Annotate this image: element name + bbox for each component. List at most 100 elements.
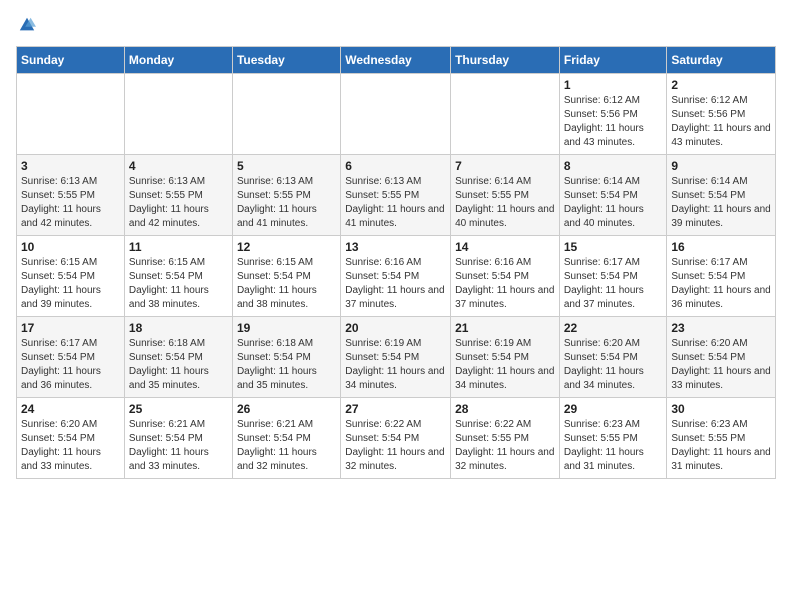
day-number: 9	[671, 159, 771, 173]
calendar-cell: 18 Sunrise: 6:18 AM Sunset: 5:54 PM Dayli…	[124, 317, 232, 398]
day-info: Sunrise: 6:16 AM Sunset: 5:54 PM Dayligh…	[345, 256, 446, 312]
calendar-cell: 20 Sunrise: 6:19 AM Sunset: 5:54 PM Dayli…	[341, 317, 451, 398]
calendar-cell: 17 Sunrise: 6:17 AM Sunset: 5:54 PM Dayli…	[17, 317, 125, 398]
calendar-cell: 6 Sunrise: 6:13 AM Sunset: 5:55 PM Daylig…	[341, 155, 451, 236]
calendar-cell: 23 Sunrise: 6:20 AM Sunset: 5:54 PM Dayli…	[667, 317, 776, 398]
calendar-header-row: SundayMondayTuesdayWednesdayThursdayFrid…	[17, 47, 776, 74]
calendar-cell: 2 Sunrise: 6:12 AM Sunset: 5:56 PM Daylig…	[667, 74, 776, 155]
day-info: Sunrise: 6:13 AM Sunset: 5:55 PM Dayligh…	[129, 175, 228, 231]
calendar-cell: 5Sunrise: 6:13 AM Sunset: 5:55 PM Daylig…	[232, 155, 340, 236]
day-number: 11	[129, 240, 228, 254]
day-number: 23	[671, 321, 771, 335]
calendar: SundayMondayTuesdayWednesdayThursdayFrid…	[16, 46, 776, 479]
day-info: Sunrise: 6:22 AM Sunset: 5:55 PM Dayligh…	[455, 418, 555, 474]
day-number: 12	[237, 240, 336, 254]
header	[16, 16, 776, 34]
day-number: 4	[129, 159, 228, 173]
calendar-cell: 4 Sunrise: 6:13 AM Sunset: 5:55 PM Daylig…	[124, 155, 232, 236]
calendar-cell	[341, 74, 451, 155]
day-info: Sunrise: 6:21 AM Sunset: 5:54 PM Dayligh…	[129, 418, 228, 474]
calendar-cell: 7 Sunrise: 6:14 AM Sunset: 5:55 PM Daylig…	[451, 155, 560, 236]
calendar-week-1: 1 Sunrise: 6:12 AM Sunset: 5:56 PM Daylig…	[17, 74, 776, 155]
day-info: Sunrise: 6:13 AM Sunset: 5:55 PM Dayligh…	[237, 175, 336, 231]
day-info: Sunrise: 6:20 AM Sunset: 5:54 PM Dayligh…	[21, 418, 120, 474]
day-info: Sunrise: 6:14 AM Sunset: 5:54 PM Dayligh…	[564, 175, 663, 231]
day-number: 26	[237, 402, 336, 416]
day-number: 22	[564, 321, 663, 335]
calendar-cell: 16 Sunrise: 6:17 AM Sunset: 5:54 PM Dayli…	[667, 236, 776, 317]
day-number: 15	[564, 240, 663, 254]
day-info: Sunrise: 6:14 AM Sunset: 5:55 PM Dayligh…	[455, 175, 555, 231]
logo	[16, 16, 36, 34]
calendar-cell: 25 Sunrise: 6:21 AM Sunset: 5:54 PM Dayli…	[124, 398, 232, 479]
day-number: 17	[21, 321, 120, 335]
day-info: Sunrise: 6:12 AM Sunset: 5:56 PM Dayligh…	[671, 94, 771, 150]
calendar-cell: 15Sunrise: 6:17 AM Sunset: 5:54 PM Dayli…	[559, 236, 667, 317]
day-number: 19	[237, 321, 336, 335]
day-info: Sunrise: 6:19 AM Sunset: 5:54 PM Dayligh…	[455, 337, 555, 393]
day-info: Sunrise: 6:23 AM Sunset: 5:55 PM Dayligh…	[564, 418, 663, 474]
calendar-cell: 10 Sunrise: 6:15 AM Sunset: 5:54 PM Dayli…	[17, 236, 125, 317]
day-number: 3	[21, 159, 120, 173]
calendar-cell: 11Sunrise: 6:15 AM Sunset: 5:54 PM Dayli…	[124, 236, 232, 317]
day-number: 29	[564, 402, 663, 416]
calendar-cell: 26 Sunrise: 6:21 AM Sunset: 5:54 PM Dayli…	[232, 398, 340, 479]
day-info: Sunrise: 6:19 AM Sunset: 5:54 PM Dayligh…	[345, 337, 446, 393]
day-info: Sunrise: 6:16 AM Sunset: 5:54 PM Dayligh…	[455, 256, 555, 312]
day-number: 30	[671, 402, 771, 416]
day-info: Sunrise: 6:18 AM Sunset: 5:54 PM Dayligh…	[237, 337, 336, 393]
day-number: 25	[129, 402, 228, 416]
calendar-header-wednesday: Wednesday	[341, 47, 451, 74]
day-info: Sunrise: 6:15 AM Sunset: 5:54 PM Dayligh…	[21, 256, 120, 312]
calendar-cell: 8 Sunrise: 6:14 AM Sunset: 5:54 PM Daylig…	[559, 155, 667, 236]
calendar-cell: 27 Sunrise: 6:22 AM Sunset: 5:54 PM Dayli…	[341, 398, 451, 479]
day-info: Sunrise: 6:21 AM Sunset: 5:54 PM Dayligh…	[237, 418, 336, 474]
day-info: Sunrise: 6:22 AM Sunset: 5:54 PM Dayligh…	[345, 418, 446, 474]
day-number: 2	[671, 78, 771, 92]
calendar-week-5: 24 Sunrise: 6:20 AM Sunset: 5:54 PM Dayli…	[17, 398, 776, 479]
calendar-header-monday: Monday	[124, 47, 232, 74]
day-info: Sunrise: 6:20 AM Sunset: 5:54 PM Dayligh…	[671, 337, 771, 393]
calendar-header-friday: Friday	[559, 47, 667, 74]
calendar-cell: 12Sunrise: 6:15 AM Sunset: 5:54 PM Dayli…	[232, 236, 340, 317]
day-info: Sunrise: 6:17 AM Sunset: 5:54 PM Dayligh…	[671, 256, 771, 312]
calendar-cell: 9Sunrise: 6:14 AM Sunset: 5:54 PM Daylig…	[667, 155, 776, 236]
logo-icon	[18, 16, 36, 34]
day-number: 7	[455, 159, 555, 173]
day-info: Sunrise: 6:17 AM Sunset: 5:54 PM Dayligh…	[21, 337, 120, 393]
day-number: 18	[129, 321, 228, 335]
day-info: Sunrise: 6:13 AM Sunset: 5:55 PM Dayligh…	[21, 175, 120, 231]
day-number: 16	[671, 240, 771, 254]
day-info: Sunrise: 6:12 AM Sunset: 5:56 PM Dayligh…	[564, 94, 663, 150]
day-number: 13	[345, 240, 446, 254]
day-number: 8	[564, 159, 663, 173]
day-number: 6	[345, 159, 446, 173]
calendar-cell: 24 Sunrise: 6:20 AM Sunset: 5:54 PM Dayli…	[17, 398, 125, 479]
calendar-cell: 1 Sunrise: 6:12 AM Sunset: 5:56 PM Daylig…	[559, 74, 667, 155]
day-number: 21	[455, 321, 555, 335]
calendar-cell: 30 Sunrise: 6:23 AM Sunset: 5:55 PM Dayli…	[667, 398, 776, 479]
day-info: Sunrise: 6:13 AM Sunset: 5:55 PM Dayligh…	[345, 175, 446, 231]
day-info: Sunrise: 6:23 AM Sunset: 5:55 PM Dayligh…	[671, 418, 771, 474]
calendar-cell: 13 Sunrise: 6:16 AM Sunset: 5:54 PM Dayli…	[341, 236, 451, 317]
day-number: 1	[564, 78, 663, 92]
day-info: Sunrise: 6:18 AM Sunset: 5:54 PM Dayligh…	[129, 337, 228, 393]
calendar-week-3: 10 Sunrise: 6:15 AM Sunset: 5:54 PM Dayli…	[17, 236, 776, 317]
calendar-cell: 19 Sunrise: 6:18 AM Sunset: 5:54 PM Dayli…	[232, 317, 340, 398]
day-number: 14	[455, 240, 555, 254]
calendar-cell: 22 Sunrise: 6:20 AM Sunset: 5:54 PM Dayli…	[559, 317, 667, 398]
day-number: 10	[21, 240, 120, 254]
day-number: 27	[345, 402, 446, 416]
calendar-cell: 21 Sunrise: 6:19 AM Sunset: 5:54 PM Dayli…	[451, 317, 560, 398]
day-number: 28	[455, 402, 555, 416]
calendar-cell: 29 Sunrise: 6:23 AM Sunset: 5:55 PM Dayli…	[559, 398, 667, 479]
calendar-header-tuesday: Tuesday	[232, 47, 340, 74]
calendar-cell	[232, 74, 340, 155]
calendar-week-4: 17 Sunrise: 6:17 AM Sunset: 5:54 PM Dayli…	[17, 317, 776, 398]
day-number: 20	[345, 321, 446, 335]
calendar-header-thursday: Thursday	[451, 47, 560, 74]
day-info: Sunrise: 6:20 AM Sunset: 5:54 PM Dayligh…	[564, 337, 663, 393]
day-number: 24	[21, 402, 120, 416]
calendar-cell: 14 Sunrise: 6:16 AM Sunset: 5:54 PM Dayli…	[451, 236, 560, 317]
calendar-cell: 3 Sunrise: 6:13 AM Sunset: 5:55 PM Daylig…	[17, 155, 125, 236]
